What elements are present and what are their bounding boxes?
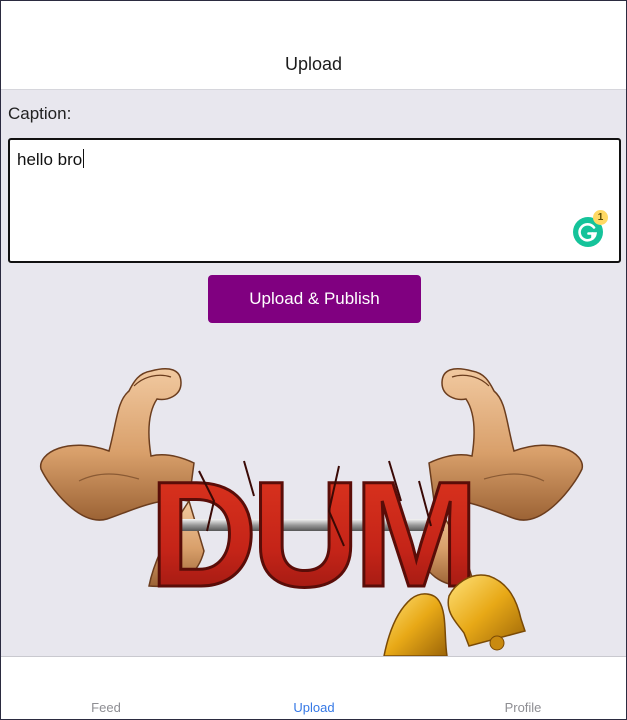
grammarly-count-badge: 1 [593,210,608,225]
caption-input-text: hello bro [17,149,85,169]
grammarly-icon[interactable]: 1 [573,210,608,247]
tab-feed-label: Feed [91,700,121,715]
app-window: Upload Caption: hello bro 1 Upload & Pub… [0,0,627,720]
preview-image: DUM [40,368,583,656]
bottom-tab-bar: Feed Upload Profile [1,656,626,719]
tab-feed[interactable]: Feed [6,657,206,719]
text-caret [83,149,85,168]
svg-text:DUM: DUM [149,450,473,618]
dum-logo-text: DUM [148,449,481,620]
tab-profile[interactable]: Profile [423,657,623,719]
caption-input[interactable]: hello bro 1 [8,138,621,263]
caption-label: Caption: [8,104,72,123]
tab-upload[interactable]: Upload [214,657,414,719]
tab-upload-label: Upload [293,700,335,715]
upload-publish-button[interactable]: Upload & Publish [208,275,421,323]
header-bar: Upload [1,1,626,90]
page-title: Upload [284,54,343,74]
tab-profile-label: Profile [504,700,542,715]
